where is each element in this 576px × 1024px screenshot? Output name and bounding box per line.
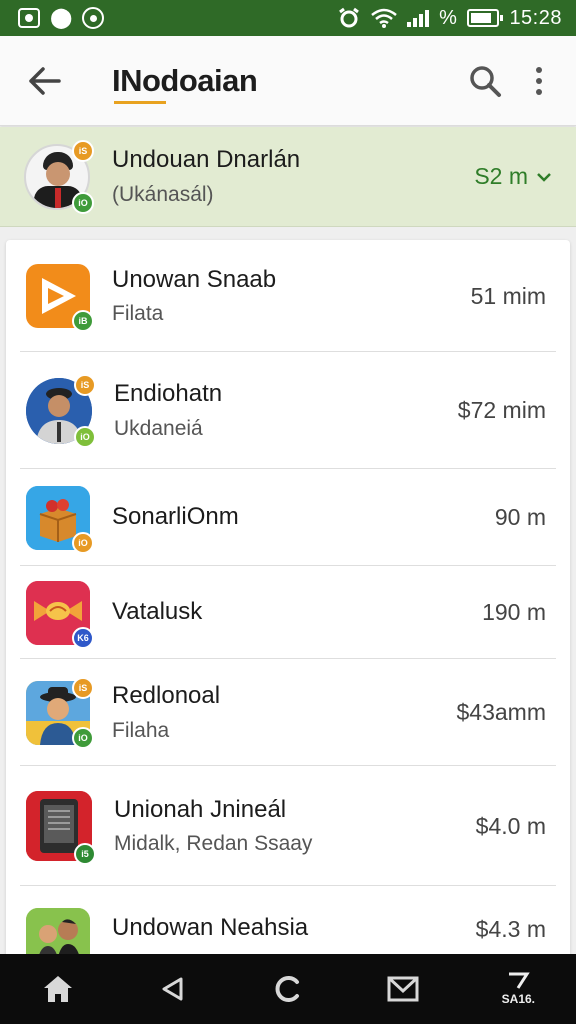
app-icon [26,908,90,960]
row-title: Endiohatn [114,380,223,408]
row-title: Unionah Jnineál [114,795,287,823]
row-title: SonarliOnm [112,503,239,531]
battery-icon [467,9,504,27]
refresh-button[interactable] [258,959,318,1019]
badge-icon: iO [74,425,96,448]
more-vert-icon [536,66,542,73]
app-list: iB Unowan Snaab Filata 51 mim iS iO Endi… [6,240,570,960]
status-time: 15:28 [509,6,562,29]
row-text: SonarliOnm [112,503,495,532]
list-item[interactable]: iB Unowan Snaab Filata 51 mim [6,240,570,352]
row-subtitle: Midalk, Redan Ssaay [114,832,313,856]
status-bar: ⬤ % 15:28 [0,0,576,36]
badge-icon: i5 [74,843,96,865]
alarm-icon [339,7,360,28]
row-subtitle: Filata [112,302,164,326]
app-icon: iS iO [26,676,94,749]
badge-icon: iO [72,191,94,214]
refresh-icon [275,976,299,1002]
home-button[interactable] [28,959,88,1019]
row-meta: $4.3 m [475,916,546,942]
row-text: Undouan Dnarlán (Ukánasál) [112,146,474,207]
list-item[interactable]: iO SonarliOnm 90 m [6,469,570,566]
image-icon [18,8,40,28]
badge-icon: iS [74,373,96,396]
chevron-down-icon [537,172,551,182]
avatar-pair-icon [26,908,90,960]
settings-nav-button[interactable]: SA16. [488,959,548,1019]
list-item[interactable]: iS iO Redlonoal Filaha $43amm [6,659,570,766]
row-meta-value: S2 m [474,163,528,189]
row-meta: 51 mim [470,282,546,309]
more-options-button[interactable] [512,51,566,111]
list-item[interactable]: iS iO Endiohatn Ukdaneiá $72 mim [6,352,570,469]
avatar: iS iO [24,139,94,214]
row-subtitle: Filaha [112,718,170,742]
row-meta: 190 m [482,599,546,625]
list-item[interactable]: Undowan Neahsia $4.3 m [6,886,570,960]
row-title: Undouan Dnarlán [112,146,301,174]
back-triangle-icon [162,977,183,1001]
badge-icon: iB [72,310,94,332]
title-accent-line [114,100,166,104]
settings-icon [509,972,531,989]
row-title: Undowan Neahsia [112,914,309,941]
badge-icon: iS [72,676,94,699]
row-meta: $4.0 m [475,812,546,839]
back-button[interactable] [14,51,74,111]
list-item[interactable]: K6 Vatalusk 190 m [6,566,570,659]
row-meta: 90 m [494,504,546,530]
search-button[interactable] [458,51,512,111]
row-meta[interactable]: S2 m [474,163,552,190]
row-text: Redlonoal Filaha [112,682,457,743]
row-text: Endiohatn Ukdaneiá [114,380,458,441]
row-title: Redlonoal [112,682,221,710]
row-text: Undowan Neahsia [112,908,476,943]
battery-percent-label: % [439,6,458,29]
badge-icon: K6 [72,626,94,649]
badge-icon: iO [72,726,94,749]
page-title: INodoaian [112,62,258,98]
row-subtitle: (Ukánasál) [112,182,214,206]
app-icon: K6 [26,580,94,649]
avatar: iS iO [26,373,96,448]
row-text: Unionah Jnineál Midalk, Redan Ssaay [114,796,476,857]
row-title: Vatalusk [112,598,203,626]
signal-icon [407,9,430,27]
mail-icon [387,976,419,1002]
notification-icon: ⬤ [50,7,73,29]
list-item[interactable]: i5 Unionah Jnineál Midalk, Redan Ssaay $… [6,766,570,886]
row-text: Vatalusk [112,598,482,627]
badge-icon: iS [72,139,94,162]
navigation-bar: SA16. [0,954,576,1024]
search-icon [470,65,501,97]
app-icon: iO [26,485,94,554]
back-arrow-icon [29,66,61,95]
app-icon: iB [26,264,94,332]
row-subtitle: Ukdaneiá [114,416,203,440]
wifi-icon [371,8,397,28]
highlighted-list-item[interactable]: iS iO Undouan Dnarlán (Ukánasál) S2 m [0,127,576,227]
row-meta: $43amm [456,699,546,725]
status-right: % 15:28 [337,7,562,30]
app-title-wrap: INodoaian [112,62,458,104]
app-icon: i5 [26,791,96,865]
back-nav-button[interactable] [143,959,203,1019]
status-left: ⬤ [18,7,105,29]
whatsapp-icon [82,7,105,29]
badge-icon: iO [72,531,94,554]
row-meta: $72 mim [457,397,546,423]
mail-button[interactable] [373,959,433,1019]
nav-label: SA16. [501,992,536,1006]
home-icon [43,976,72,1002]
row-text: Unowan Snaab Filata [112,266,471,327]
row-title: Unowan Snaab [112,265,277,293]
app-bar: INodoaian [0,36,576,126]
